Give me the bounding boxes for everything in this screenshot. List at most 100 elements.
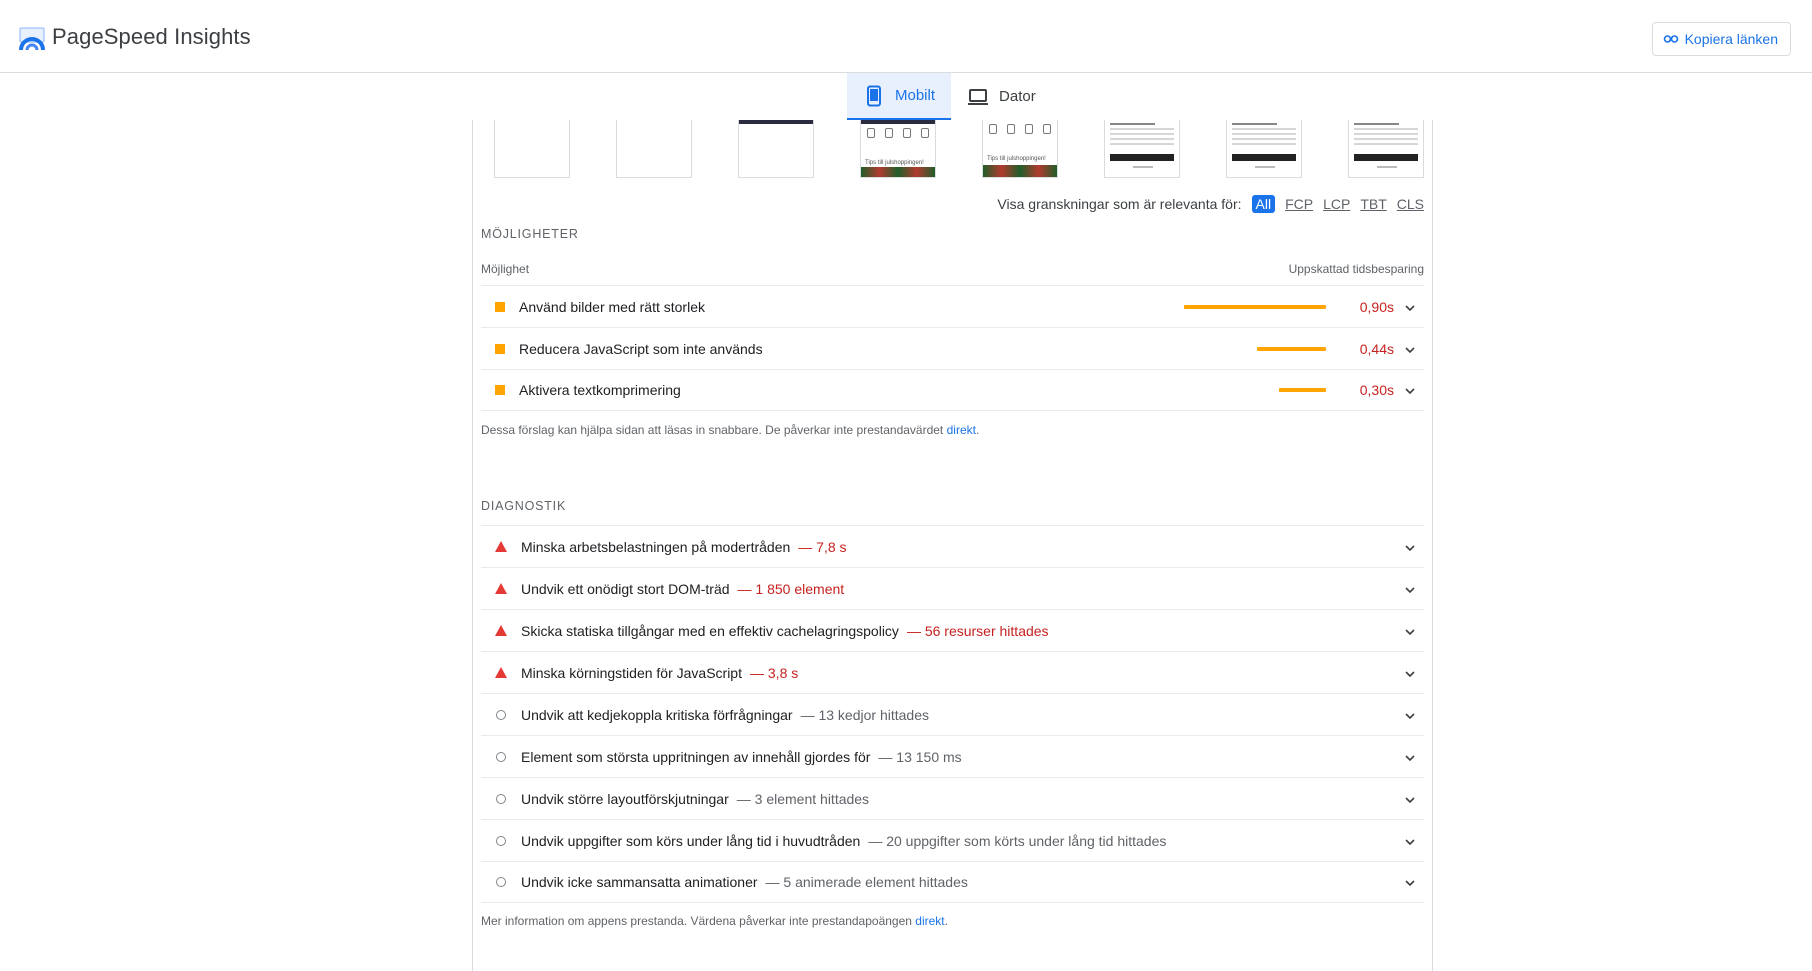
- opportunity-row[interactable]: Reducera JavaScript som inte används 0,4…: [481, 327, 1424, 369]
- diagnostic-detail: — 7,8 s: [798, 538, 847, 555]
- filmstrip-frame: [738, 120, 814, 178]
- fail-triangle-icon: [495, 625, 507, 636]
- savings-bar-track: [1176, 304, 1326, 309]
- chevron-down-icon[interactable]: [1404, 583, 1416, 595]
- mobile-icon: [867, 85, 881, 106]
- info-circle-icon: [496, 709, 506, 720]
- tab-mobile-label: Mobilt: [895, 87, 936, 104]
- diagnostic-label: Minska körningstiden för JavaScript: [521, 664, 742, 681]
- opportunity-row[interactable]: Använd bilder med rätt storlek 0,90s: [481, 285, 1424, 327]
- diagnostic-detail: — 13 kedjor hittades: [800, 706, 929, 723]
- top-app-bar: PageSpeed Insights Kopiera länken: [0, 0, 1812, 73]
- savings-bar-track: [1176, 346, 1326, 351]
- filter-chip-lcp[interactable]: LCP: [1323, 196, 1350, 212]
- chevron-down-icon[interactable]: [1404, 667, 1416, 679]
- filmstrip-frame: [1226, 120, 1302, 178]
- tab-mobile[interactable]: Mobilt: [847, 73, 952, 120]
- savings-bar: [1279, 388, 1326, 392]
- opportunity-saving: 0,90s: [1359, 298, 1394, 315]
- diagnostic-row[interactable]: Undvik uppgifter som körs under lång tid…: [481, 819, 1424, 861]
- diagnostic-row[interactable]: Undvik att kedjekoppla kritiska förfrågn…: [481, 693, 1424, 735]
- info-circle-icon: [496, 835, 506, 846]
- opportunities-heading: MÖJLIGHETER: [481, 227, 579, 241]
- tab-desktop[interactable]: Dator: [951, 73, 1052, 120]
- filter-chip-tbt[interactable]: TBT: [1360, 196, 1386, 212]
- diagnostic-detail: — 3 element hittades: [736, 790, 870, 807]
- diagnostic-label: Element som största uppritningen av inne…: [521, 748, 871, 765]
- frame-caption: Tips till julshoppingen!: [987, 156, 1046, 162]
- report-panel: Tips till julshoppingen! Tips till julsh…: [472, 120, 1433, 971]
- info-circle-icon: [496, 877, 506, 887]
- savings-bar: [1257, 346, 1326, 351]
- chevron-down-icon[interactable]: [1404, 625, 1416, 637]
- diagnostic-row[interactable]: Element som största uppritningen av inne…: [481, 735, 1424, 777]
- chevron-down-icon[interactable]: [1404, 751, 1416, 763]
- opportunities-note: Dessa förslag kan hjälpa sidan att läsas…: [481, 423, 980, 437]
- opportunities-note-link[interactable]: direkt: [947, 423, 976, 437]
- chevron-down-icon[interactable]: [1404, 343, 1416, 355]
- copy-link-button[interactable]: Kopiera länken: [1651, 22, 1791, 56]
- audit-filter: Visa granskningar som är relevanta för: …: [997, 195, 1424, 213]
- savings-column-label: Uppskattad tidsbesparing: [1288, 262, 1424, 276]
- diagnostic-label: Undvik att kedjekoppla kritiska förfrågn…: [521, 706, 793, 723]
- opportunities-column-header: Möjlighet Uppskattad tidsbesparing: [481, 262, 1424, 276]
- link-icon: [1663, 35, 1678, 43]
- filmstrip-frame: [616, 120, 692, 178]
- filmstrip-frame: Tips till julshoppingen!: [860, 120, 936, 178]
- opportunity-row[interactable]: Aktivera textkomprimering 0,30s: [481, 369, 1424, 411]
- fail-triangle-icon: [495, 667, 507, 678]
- chevron-down-icon[interactable]: [1404, 301, 1416, 313]
- diagnostics-note-text: Mer information om appens prestanda. Vär…: [481, 914, 912, 928]
- diagnostic-label: Undvik större layoutförskjutningar: [521, 790, 729, 807]
- warning-square-icon: [495, 301, 505, 312]
- filmstrip: Tips till julshoppingen! Tips till julsh…: [494, 120, 1434, 180]
- diagnostic-detail: — 13 150 ms: [878, 748, 962, 765]
- savings-bar: [1184, 304, 1326, 309]
- app-title[interactable]: PageSpeed Insights: [52, 24, 251, 50]
- diagnostic-label: Minska arbetsbelastningen på modertråden: [521, 538, 791, 555]
- warning-square-icon: [495, 343, 505, 354]
- chevron-down-icon[interactable]: [1404, 835, 1416, 847]
- chevron-down-icon[interactable]: [1404, 384, 1416, 396]
- device-tabs: Mobilt Dator: [847, 73, 1052, 120]
- opportunities-list: Använd bilder med rätt storlek 0,90s Red…: [481, 285, 1424, 411]
- diagnostics-list: Minska arbetsbelastningen på modertråden…: [481, 525, 1424, 903]
- filmstrip-frame: [1104, 120, 1180, 178]
- pagespeed-logo-icon: [19, 27, 45, 51]
- audit-filter-label: Visa granskningar som är relevanta för:: [997, 196, 1242, 212]
- warning-square-icon: [495, 385, 505, 395]
- diagnostic-label: Skicka statiska tillgångar med en effekt…: [521, 622, 899, 639]
- chevron-down-icon[interactable]: [1404, 876, 1416, 888]
- diagnostics-note-link[interactable]: direkt: [915, 914, 944, 928]
- fail-triangle-icon: [495, 583, 507, 594]
- diagnostic-row[interactable]: Minska körningstiden för JavaScript — 3,…: [481, 651, 1424, 693]
- chevron-down-icon[interactable]: [1404, 709, 1416, 721]
- diagnostic-row[interactable]: Undvik ett onödigt stort DOM-träd — 1 85…: [481, 567, 1424, 609]
- filter-chip-cls[interactable]: CLS: [1397, 196, 1424, 212]
- diagnostics-heading: DIAGNOSTIK: [481, 499, 567, 513]
- diagnostic-row[interactable]: Skicka statiska tillgångar med en effekt…: [481, 609, 1424, 651]
- diagnostic-detail: — 3,8 s: [750, 664, 799, 681]
- diagnostic-detail: — 5 animerade element hittades: [765, 874, 968, 890]
- filter-chip-all[interactable]: All: [1251, 195, 1276, 213]
- chevron-down-icon[interactable]: [1404, 541, 1416, 553]
- opportunities-note-text: Dessa förslag kan hjälpa sidan att läsas…: [481, 423, 944, 437]
- chevron-down-icon[interactable]: [1404, 793, 1416, 805]
- copy-link-label: Kopiera länken: [1684, 31, 1778, 47]
- info-circle-icon: [496, 793, 506, 804]
- opportunity-column-label: Möjlighet: [481, 262, 530, 276]
- laptop-icon: [968, 88, 989, 105]
- filter-chip-fcp[interactable]: FCP: [1285, 196, 1313, 212]
- tab-desktop-label: Dator: [999, 88, 1036, 105]
- diagnostic-label: Undvik ett onödigt stort DOM-träd: [521, 580, 730, 597]
- fail-triangle-icon: [495, 541, 507, 552]
- diagnostic-detail: — 20 uppgifter som körts under lång tid …: [868, 832, 1167, 849]
- frame-caption: Tips till julshoppingen!: [865, 160, 924, 166]
- opportunity-saving: 0,30s: [1359, 382, 1394, 398]
- diagnostics-note: Mer information om appens prestanda. Vär…: [481, 914, 948, 928]
- diagnostic-row[interactable]: Undvik icke sammansatta animationer — 5 …: [481, 861, 1424, 903]
- diagnostic-row[interactable]: Undvik större layoutförskjutningar — 3 e…: [481, 777, 1424, 819]
- diagnostic-label: Undvik uppgifter som körs under lång tid…: [521, 832, 861, 849]
- diagnostic-row[interactable]: Minska arbetsbelastningen på modertråden…: [481, 525, 1424, 567]
- filmstrip-frame: [494, 120, 570, 178]
